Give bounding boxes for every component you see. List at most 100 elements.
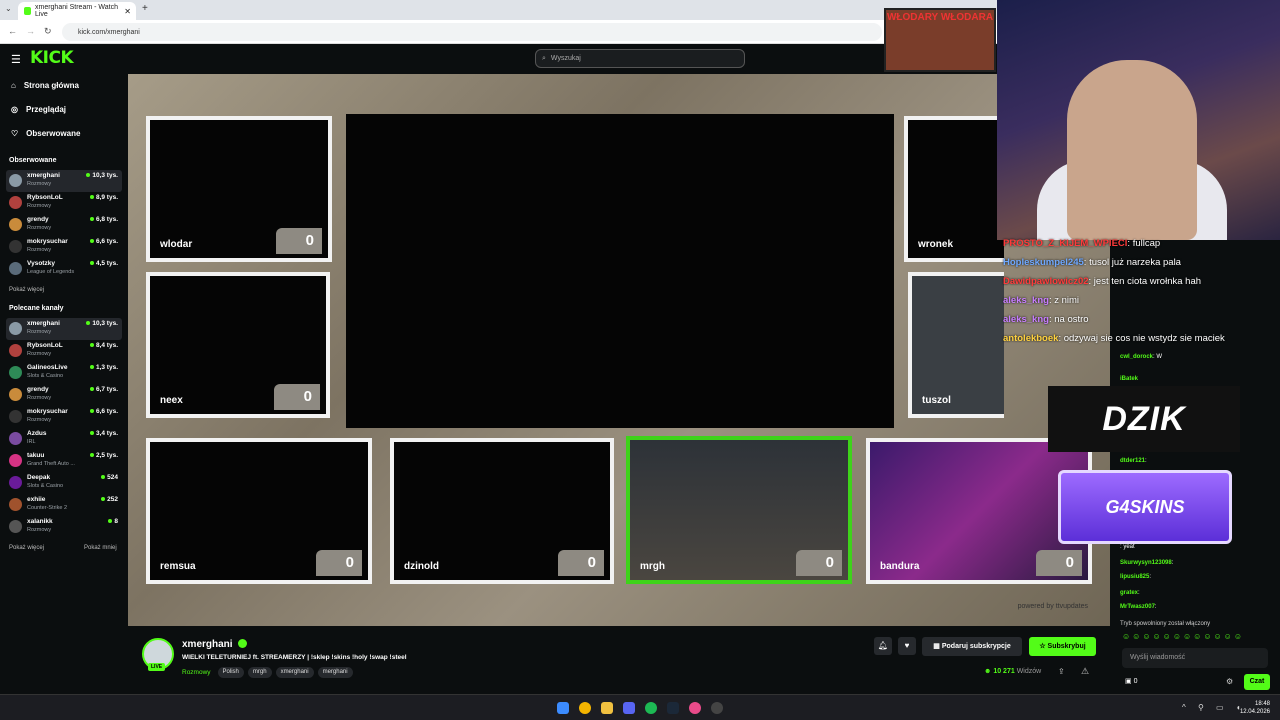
points-icon: ▣ — [1125, 678, 1132, 685]
start-icon[interactable] — [557, 702, 569, 714]
channel-avatar — [9, 476, 22, 489]
channel-name: Vysotzky — [27, 260, 55, 267]
sidebar-channel[interactable]: mokrysuchar Rozmowy 6,6 tys. — [6, 236, 122, 258]
channel-name: RybsonLoL — [27, 194, 63, 201]
sidebar-channel[interactable]: exhiie Counter-Strike 2 252 — [6, 494, 122, 516]
chat-text: : odzywaj sie cos nie wstydz sie maciek — [1058, 333, 1225, 344]
overlay-chat-message: aleks_kng: z nimi — [1000, 295, 1280, 314]
search-input[interactable]: ⌕ Wyszukaj — [535, 49, 745, 68]
sidebar-channel[interactable]: Deepak Slots & Casino 524 — [6, 472, 122, 494]
share-icon[interactable]: ⇪ — [1058, 667, 1065, 676]
viewer-number: 10 271 — [993, 668, 1015, 675]
discord-icon[interactable] — [623, 702, 635, 714]
chat-panel-message: : yeat — [1120, 544, 1135, 550]
channel-avatar — [9, 432, 22, 445]
emote-bar[interactable]: ☺☺☺☺☺☺☺☺☺☺☺☺ — [1122, 632, 1244, 641]
sidebar-channel[interactable]: GalineosLive Slots & Casino 1,3 tys. — [6, 362, 122, 384]
sidebar-channel[interactable]: Vysotzky League of Legends 4,5 tys. — [6, 258, 122, 280]
browser-tab[interactable]: xmerghani Stream - Watch Live ✕ — [18, 2, 136, 20]
sidebar-channel[interactable]: takuu Grand Theft Auto ... 2,5 tys. — [6, 450, 122, 472]
streamer-face — [1067, 60, 1197, 240]
nav-home[interactable]: ⌂ Strona główna — [11, 81, 79, 90]
chat-send-button[interactable]: Czat — [1244, 674, 1270, 690]
chat-username: gratex — [1120, 590, 1139, 596]
channel-name: xmerghani — [27, 320, 60, 327]
back-icon[interactable]: ← — [8, 26, 17, 36]
sidebar-channel[interactable]: mokrysuchar Rozmowy 6,6 tys. — [6, 406, 122, 428]
nav-browse-label: Przeglądaj — [25, 105, 66, 114]
new-tab-icon[interactable]: + — [142, 3, 148, 14]
channel-avatar — [9, 196, 22, 209]
forward-icon[interactable]: → — [26, 26, 35, 36]
channel-category: Rozmowy — [27, 395, 52, 401]
close-tab-icon[interactable]: ✕ — [124, 7, 131, 16]
url-text: kick.com/xmerghani — [78, 28, 140, 36]
menu-icon[interactable]: ☰ — [11, 53, 21, 66]
nav-browse[interactable]: ◎ Przeglądaj — [11, 105, 66, 114]
sidebar-channel[interactable]: grendy Rozmowy 6,7 tys. — [6, 384, 122, 406]
gift-icon: ▦ — [933, 643, 940, 650]
tag[interactable]: xmerghani — [275, 667, 314, 678]
channel-viewers: 4,5 tys. — [90, 260, 118, 267]
viewer-label: Widzów — [1016, 668, 1042, 675]
sidebar-channel[interactable]: Azdus IRL 3,4 tys. — [6, 428, 122, 450]
compass-icon: ◎ — [11, 105, 18, 114]
recommended-show-more[interactable]: Pokaż więcej — [9, 545, 44, 551]
chat-username: antolekboek — [1003, 333, 1059, 344]
tab-menu-icon[interactable]: ⌄ — [5, 4, 12, 13]
channel-avatar — [9, 520, 22, 533]
stream-tags: Rozmowy Polish mrgh xmerghani merghani — [182, 667, 353, 678]
url-field[interactable]: kick.com/xmerghani — [62, 23, 882, 41]
reload-icon[interactable]: ↻ — [44, 26, 52, 37]
chrome-icon[interactable] — [579, 702, 591, 714]
clock[interactable]: 18:48 12.04.2026 — [1240, 700, 1270, 716]
contestant-name: remsua — [160, 561, 196, 572]
subscribe-button[interactable]: ☆ Subskrybuj — [1029, 637, 1096, 656]
channel-category: Rozmowy — [27, 181, 52, 187]
steam-icon[interactable] — [667, 702, 679, 714]
chat-message-input[interactable]: Wyślij wiadomość — [1122, 648, 1268, 668]
system-tray[interactable]: ^ ⚲ ▭ ◖ — [1182, 703, 1246, 712]
nav-following[interactable]: ♡ Obserwowane — [11, 129, 80, 138]
sidebar-channel[interactable]: xmerghani Rozmowy 10,3 tys. — [6, 318, 122, 340]
channel-viewers: 8,4 tys. — [90, 342, 118, 349]
sidebar-channel[interactable]: RybsonLoL Rozmowy 8,9 tys. — [6, 192, 122, 214]
report-icon[interactable]: ⚠ — [1081, 666, 1089, 677]
tag[interactable]: merghani — [317, 667, 353, 678]
folder-icon[interactable] — [601, 702, 613, 714]
chat-username: MrTwasz007 — [1120, 604, 1155, 610]
sidebar-channel[interactable]: RybsonLoL Rozmowy 8,4 tys. — [6, 340, 122, 362]
tag[interactable]: mrgh — [247, 667, 272, 678]
contestant-name: bandura — [880, 561, 920, 572]
poster-image: WŁODARY WŁODARA — [884, 8, 996, 72]
bell-icon[interactable]: 🔔︎ — [874, 637, 892, 655]
overlay-chat-message: Dawidpawlowicz02: jest ten ciota wrołnka… — [1000, 276, 1280, 295]
webcam-overlay — [997, 0, 1280, 240]
channel-category: Slots & Casino — [27, 373, 64, 379]
chat-text: : jest ten ciota wrołnka hah — [1088, 276, 1202, 287]
search-placeholder: Wyszukaj — [550, 55, 581, 62]
chat-settings-icon[interactable]: ⚙ — [1226, 677, 1233, 686]
followed-show-more[interactable]: Pokaż więcej — [9, 287, 44, 293]
recommended-show-less[interactable]: Pokaż mniej — [84, 545, 117, 551]
kick-logo[interactable]: KICK — [30, 48, 74, 68]
video-player[interactable]: wlodar 0 neex 0 wronek tuszol remsua 0 dzin… — [128, 74, 1110, 626]
stream-category[interactable]: Rozmowy — [182, 667, 211, 678]
sidebar-channel[interactable]: xmerghani Rozmowy 10,3 tys. — [6, 170, 122, 192]
spotify-icon[interactable] — [645, 702, 657, 714]
gift-subscription-button[interactable]: ▦ Podaruj subskrypcje — [922, 637, 1022, 656]
app-icon[interactable] — [689, 702, 701, 714]
streamer-name[interactable]: xmerghani — [182, 639, 233, 650]
chat-text: : — [1138, 590, 1140, 596]
overlay-chat-message: Hopleskumpel245: tusol już narzeka pala — [1000, 257, 1280, 276]
obs-icon[interactable] — [711, 702, 723, 714]
chat-panel-message: iBatek — [1120, 376, 1138, 382]
kick-favicon-icon — [24, 7, 31, 15]
sidebar-channel[interactable]: grendy Rozmowy 6,8 tys. — [6, 214, 122, 236]
chat-points[interactable]: ▣ 0 — [1125, 677, 1137, 685]
sidebar-channel[interactable]: xalanikk Rozmowy 8 — [6, 516, 122, 538]
heart-follow-icon[interactable]: ♥ — [898, 637, 916, 655]
live-badge: LIVE — [148, 663, 166, 671]
tag[interactable]: Polish — [217, 667, 244, 678]
center-screen — [346, 114, 894, 428]
